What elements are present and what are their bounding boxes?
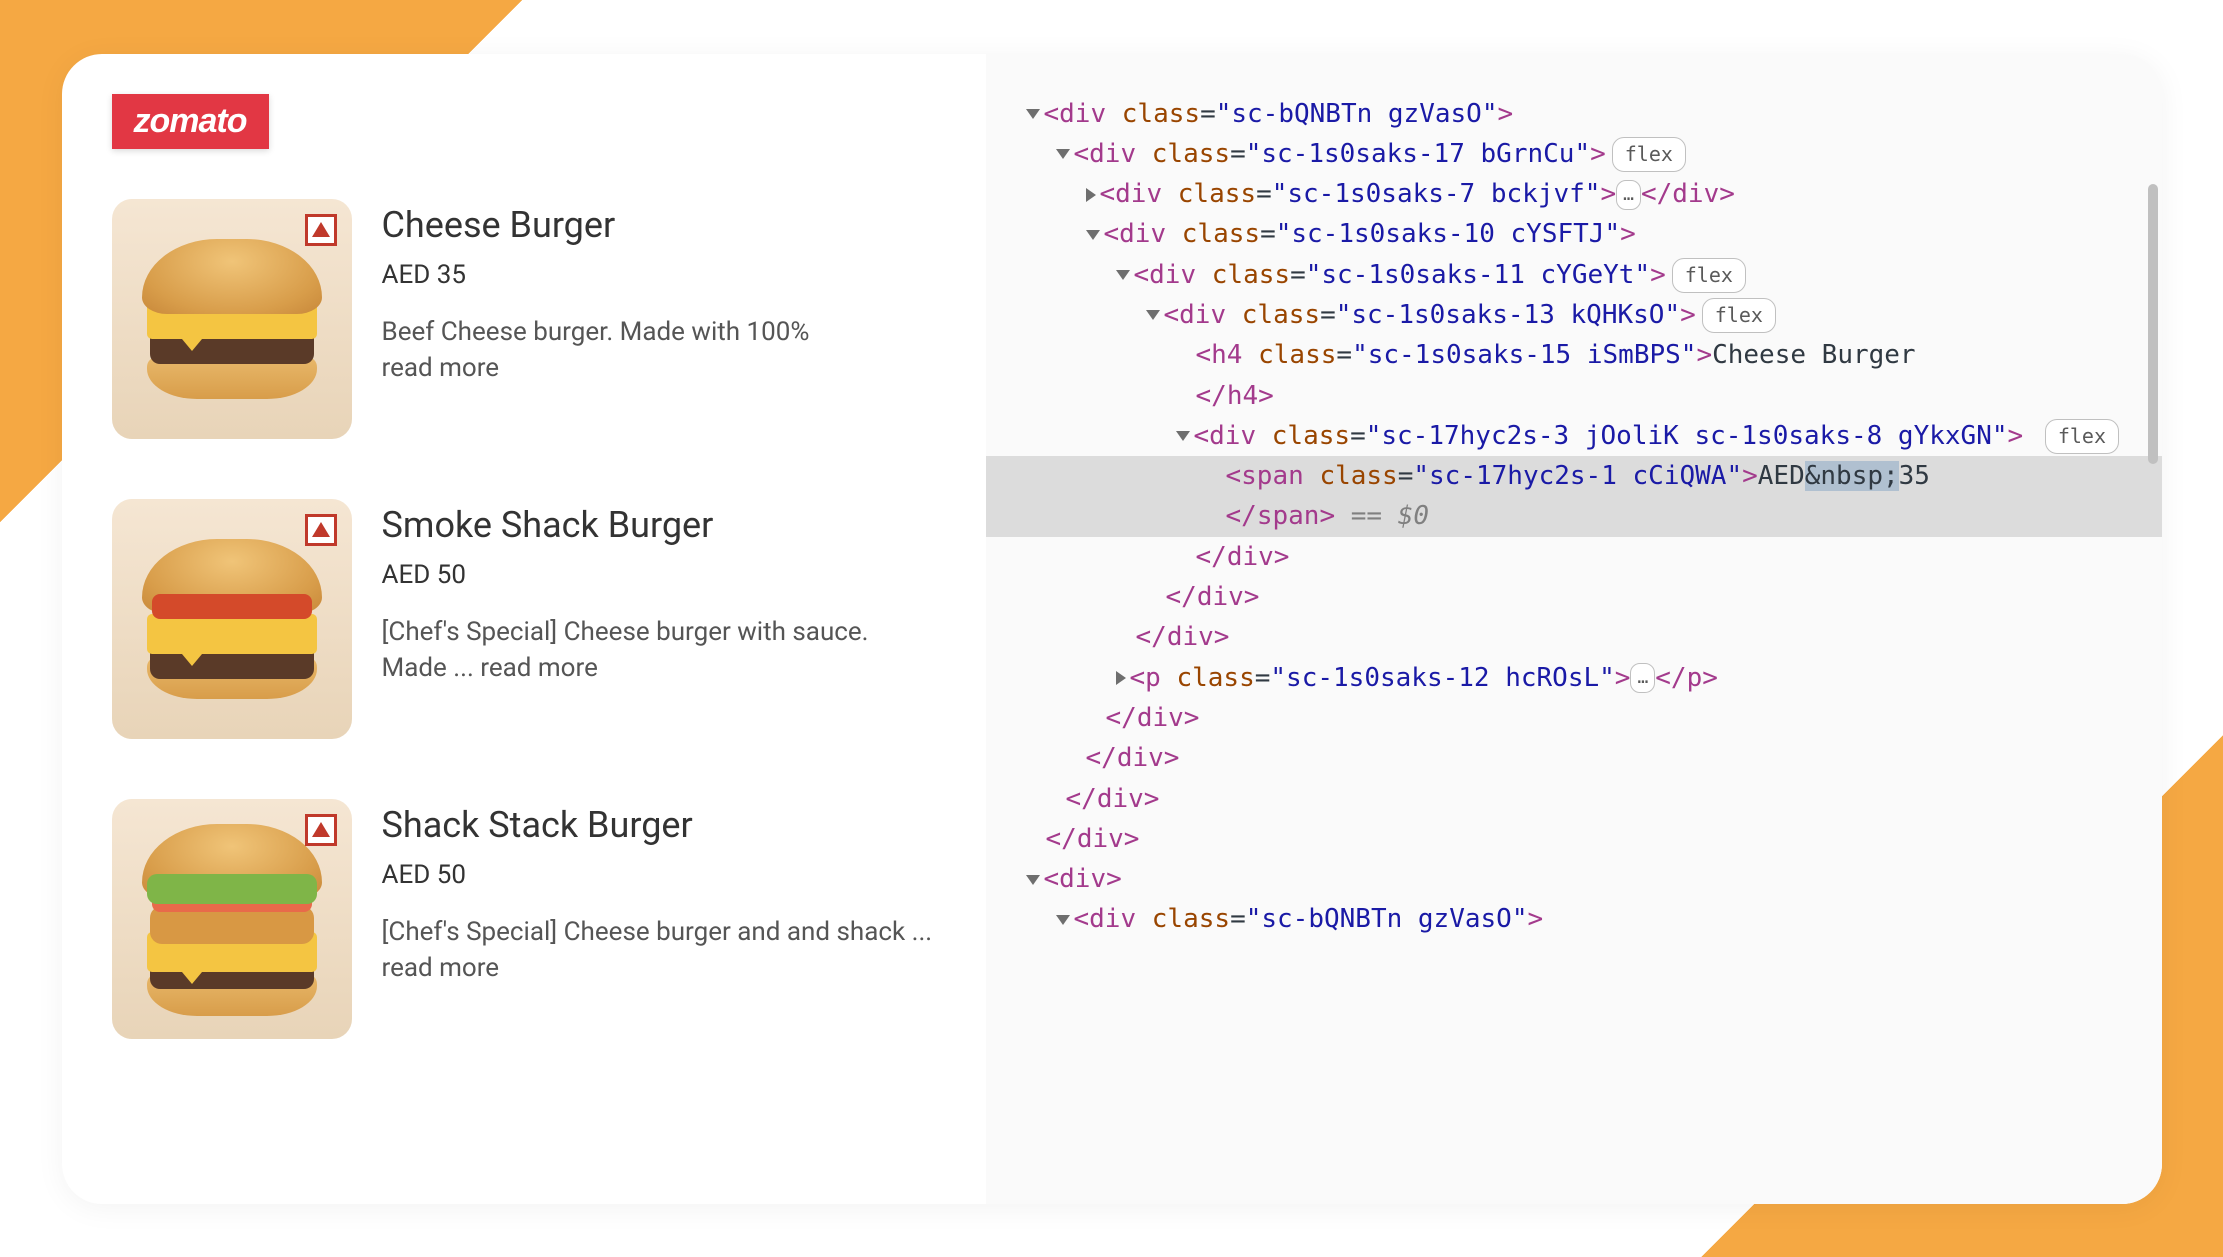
collapse-arrow-icon[interactable]	[1116, 270, 1130, 280]
item-price: AED 50	[382, 560, 936, 590]
food-image	[112, 499, 352, 739]
ellipsis-icon[interactable]: …	[1630, 663, 1655, 693]
ellipsis-icon[interactable]: …	[1616, 180, 1641, 210]
collapse-arrow-icon[interactable]	[1086, 230, 1100, 240]
nonveg-badge-icon	[305, 514, 337, 546]
food-image	[112, 799, 352, 1039]
read-more-link[interactable]: read more	[382, 353, 500, 383]
dom-node[interactable]: <div class="sc-1s0saks-17 bGrnCu">flex	[1026, 134, 2142, 174]
menu-item[interactable]: Cheese Burger AED 35 Beef Cheese burger.…	[112, 199, 936, 439]
dom-node[interactable]: <div class="sc-1s0saks-11 cYGeYt">flex	[1026, 255, 2142, 295]
item-description: [Chef's Special] Cheese burger with sauc…	[382, 614, 936, 687]
item-title: Smoke Shack Burger	[382, 504, 936, 546]
collapse-arrow-icon[interactable]	[1146, 310, 1160, 320]
dom-node[interactable]: <div class="sc-bQNBTn gzVasO">	[1026, 899, 2142, 939]
item-title: Cheese Burger	[382, 204, 936, 246]
flex-badge[interactable]: flex	[1702, 298, 1776, 333]
dom-node[interactable]: <div class="sc-bQNBTn gzVasO">	[1026, 94, 2142, 134]
read-more-link[interactable]: read more	[382, 953, 500, 983]
collapse-arrow-icon[interactable]	[1176, 431, 1190, 441]
dom-node[interactable]: <div class="sc-1s0saks-10 cYSFTJ">	[1026, 214, 2142, 254]
collapse-arrow-icon[interactable]	[1026, 875, 1040, 885]
dom-node[interactable]: </div>	[1026, 819, 2142, 859]
dom-node[interactable]: <h4 class="sc-1s0saks-15 iSmBPS">Cheese …	[1026, 335, 2142, 416]
flex-badge[interactable]: flex	[2045, 419, 2119, 454]
main-card: zomato Cheese Burger AED 35 Beef Cheese …	[62, 54, 2162, 1204]
dom-node[interactable]: <p class="sc-1s0saks-12 hcROsL">…</p>	[1026, 658, 2142, 698]
collapse-arrow-icon[interactable]	[1026, 109, 1040, 119]
item-title: Shack Stack Burger	[382, 804, 936, 846]
dom-node[interactable]: </div>	[1026, 738, 2142, 778]
dom-node[interactable]: </div>	[1026, 577, 2142, 617]
zomato-logo: zomato	[112, 94, 269, 149]
item-price: AED 50	[382, 860, 936, 890]
item-description: [Chef's Special] Cheese burger and and s…	[382, 914, 936, 987]
dom-node-selected[interactable]: <span class="sc-17hyc2s-1 cCiQWA">AED&nb…	[986, 456, 2162, 537]
menu-panel: zomato Cheese Burger AED 35 Beef Cheese …	[62, 54, 986, 1204]
menu-item[interactable]: Shack Stack Burger AED 50 [Chef's Specia…	[112, 799, 936, 1039]
menu-item[interactable]: Smoke Shack Burger AED 50 [Chef's Specia…	[112, 499, 936, 739]
flex-badge[interactable]: flex	[1612, 137, 1686, 172]
nonveg-badge-icon	[305, 814, 337, 846]
item-price: AED 35	[382, 260, 936, 290]
dom-node[interactable]: </div>	[1026, 617, 2142, 657]
expand-arrow-icon[interactable]	[1086, 188, 1096, 202]
collapse-arrow-icon[interactable]	[1056, 149, 1070, 159]
item-description: Beef Cheese burger. Made with 100% read …	[382, 314, 936, 387]
nonveg-badge-icon	[305, 214, 337, 246]
dom-node[interactable]: <div class="sc-1s0saks-7 bckjvf">…</div>	[1026, 174, 2142, 214]
dom-node[interactable]: </div>	[1026, 779, 2142, 819]
dom-node[interactable]: <div class="sc-17hyc2s-3 jOoliK sc-1s0sa…	[1026, 416, 2142, 456]
read-more-link[interactable]: read more	[480, 653, 598, 683]
expand-arrow-icon[interactable]	[1116, 671, 1126, 685]
item-info: Shack Stack Burger AED 50 [Chef's Specia…	[382, 799, 936, 1039]
scrollbar[interactable]	[2148, 184, 2158, 464]
item-info: Cheese Burger AED 35 Beef Cheese burger.…	[382, 199, 936, 439]
devtools-panel[interactable]: <div class="sc-bQNBTn gzVasO"> <div clas…	[986, 54, 2162, 1204]
item-info: Smoke Shack Burger AED 50 [Chef's Specia…	[382, 499, 936, 739]
collapse-arrow-icon[interactable]	[1056, 915, 1070, 925]
dom-node[interactable]: </div>	[1026, 698, 2142, 738]
dom-node[interactable]: <div class="sc-1s0saks-13 kQHKsO">flex	[1026, 295, 2142, 335]
food-image	[112, 199, 352, 439]
dom-node[interactable]: <div>	[1026, 859, 2142, 899]
dom-node[interactable]: </div>	[1026, 537, 2142, 577]
flex-badge[interactable]: flex	[1672, 258, 1746, 293]
